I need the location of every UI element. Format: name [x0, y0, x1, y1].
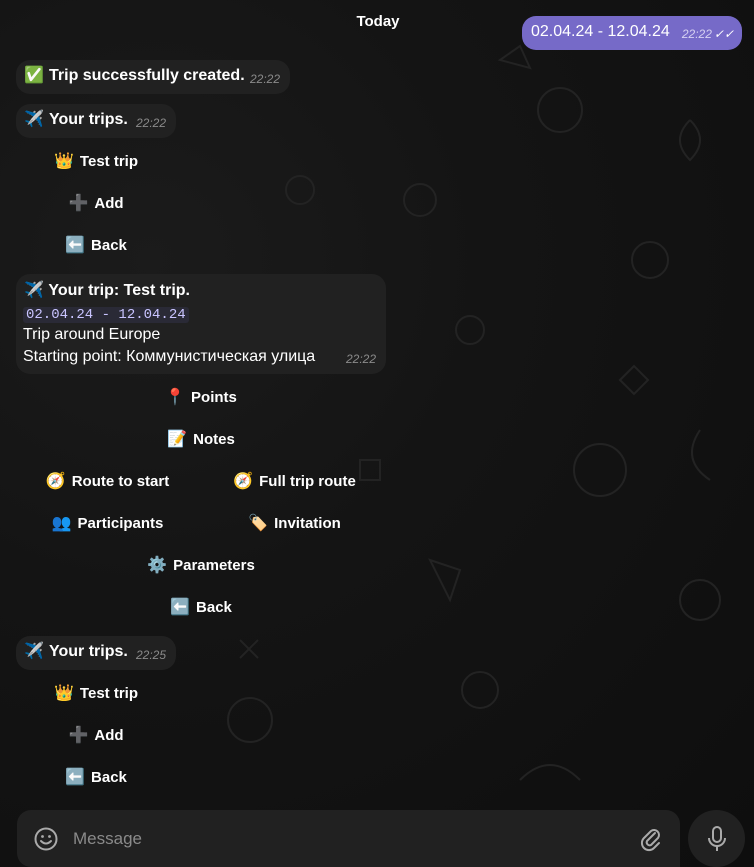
smile-icon[interactable] [33, 826, 59, 852]
airplane-icon: ✈️ [24, 643, 44, 660]
kb-button-route-to-start[interactable]: 🧭 Route to start [16, 462, 199, 502]
outgoing-message[interactable]: 02.04.24 - 12.04.24 22:22 ✓✓ [522, 16, 742, 50]
crown-icon: 👑 [54, 153, 74, 170]
message-text: Trip successfully created. [49, 67, 245, 84]
bot-message-trips[interactable]: ✈️ Your trips. 22:25 [16, 636, 176, 670]
kb-button-test-trip[interactable]: 👑 Test trip [16, 674, 176, 714]
message-text: 02.04.24 - 12.04.24 [531, 23, 670, 40]
message-text: Your trips. [49, 643, 128, 660]
bot-message-trip-details[interactable]: ✈️ Your trip: Test trip. 02.04.24 - 12.0… [16, 274, 386, 374]
paperclip-icon[interactable] [638, 826, 664, 852]
airplane-icon: ✈️ [24, 111, 44, 128]
kb-button-back[interactable]: ⬅️ Back [16, 758, 176, 798]
kb-button-invitation[interactable]: 🏷️ Invitation [203, 504, 386, 544]
kb-button-points[interactable]: 📍 Points [16, 378, 386, 418]
back-arrow-icon: ⬅️ [170, 599, 191, 616]
people-icon: 👥 [51, 515, 72, 532]
plus-icon: ➕ [68, 195, 89, 212]
microphone-button[interactable] [688, 810, 745, 867]
airplane-icon: ✈️ [24, 282, 44, 299]
trip-title: Your trip: Test trip. [48, 282, 190, 299]
kb-button-add[interactable]: ➕ Add [16, 716, 176, 756]
kb-button-add[interactable]: ➕ Add [16, 184, 176, 224]
message-text: Your trips. [49, 111, 128, 128]
kb-button-participants[interactable]: 👥 Participants [16, 504, 199, 544]
date-separator: Today [356, 13, 400, 30]
trip-dates-line: 02.04.24 - 12.04.24 [23, 303, 189, 326]
back-arrow-icon: ⬅️ [65, 769, 86, 786]
back-arrow-icon: ⬅️ [65, 237, 86, 254]
message-time: 22:22 ✓✓ [681, 27, 734, 41]
compass-icon: 🧭 [45, 473, 66, 490]
memo-icon: 📝 [167, 431, 188, 448]
bot-message-created[interactable]: ✅ Trip successfully created. 22:22 [16, 60, 290, 94]
kb-button-full-trip-route[interactable]: 🧭 Full trip route [203, 462, 386, 502]
kb-button-parameters[interactable]: ⚙️ Parameters [16, 546, 386, 586]
kb-button-back[interactable]: ⬅️ Back [16, 226, 176, 266]
message-time: 22:22 [135, 116, 166, 130]
message-input[interactable] [71, 822, 635, 856]
kb-button-notes[interactable]: 📝 Notes [16, 420, 386, 460]
gear-icon: ⚙️ [147, 557, 168, 574]
trip-title-line: ✈️ Your trip: Test trip. [24, 280, 190, 302]
trip-start: Starting point: Коммунистическая улица [23, 348, 316, 365]
trip-dates[interactable]: 02.04.24 - 12.04.24 [23, 307, 189, 323]
plus-icon: ➕ [68, 727, 89, 744]
message-time: 22:22 [249, 72, 280, 86]
kb-button-back[interactable]: ⬅️ Back [16, 588, 386, 628]
label-tag-icon: 🏷️ [248, 515, 269, 532]
crown-icon: 👑 [54, 685, 74, 702]
compass-icon: 🧭 [233, 473, 254, 490]
microphone-icon [708, 826, 726, 851]
pin-icon: 📍 [165, 389, 186, 406]
message-time: 22:22 [345, 352, 376, 366]
message-composer [17, 810, 680, 867]
bot-message-trips[interactable]: ✈️ Your trips. 22:22 [16, 104, 176, 138]
trip-description: Trip around Europe [23, 326, 161, 343]
double-check-icon: ✓✓ [713, 27, 734, 41]
message-time: 22:25 [135, 648, 166, 662]
kb-button-test-trip[interactable]: 👑 Test trip [16, 142, 176, 182]
check-icon: ✅ [24, 67, 44, 84]
